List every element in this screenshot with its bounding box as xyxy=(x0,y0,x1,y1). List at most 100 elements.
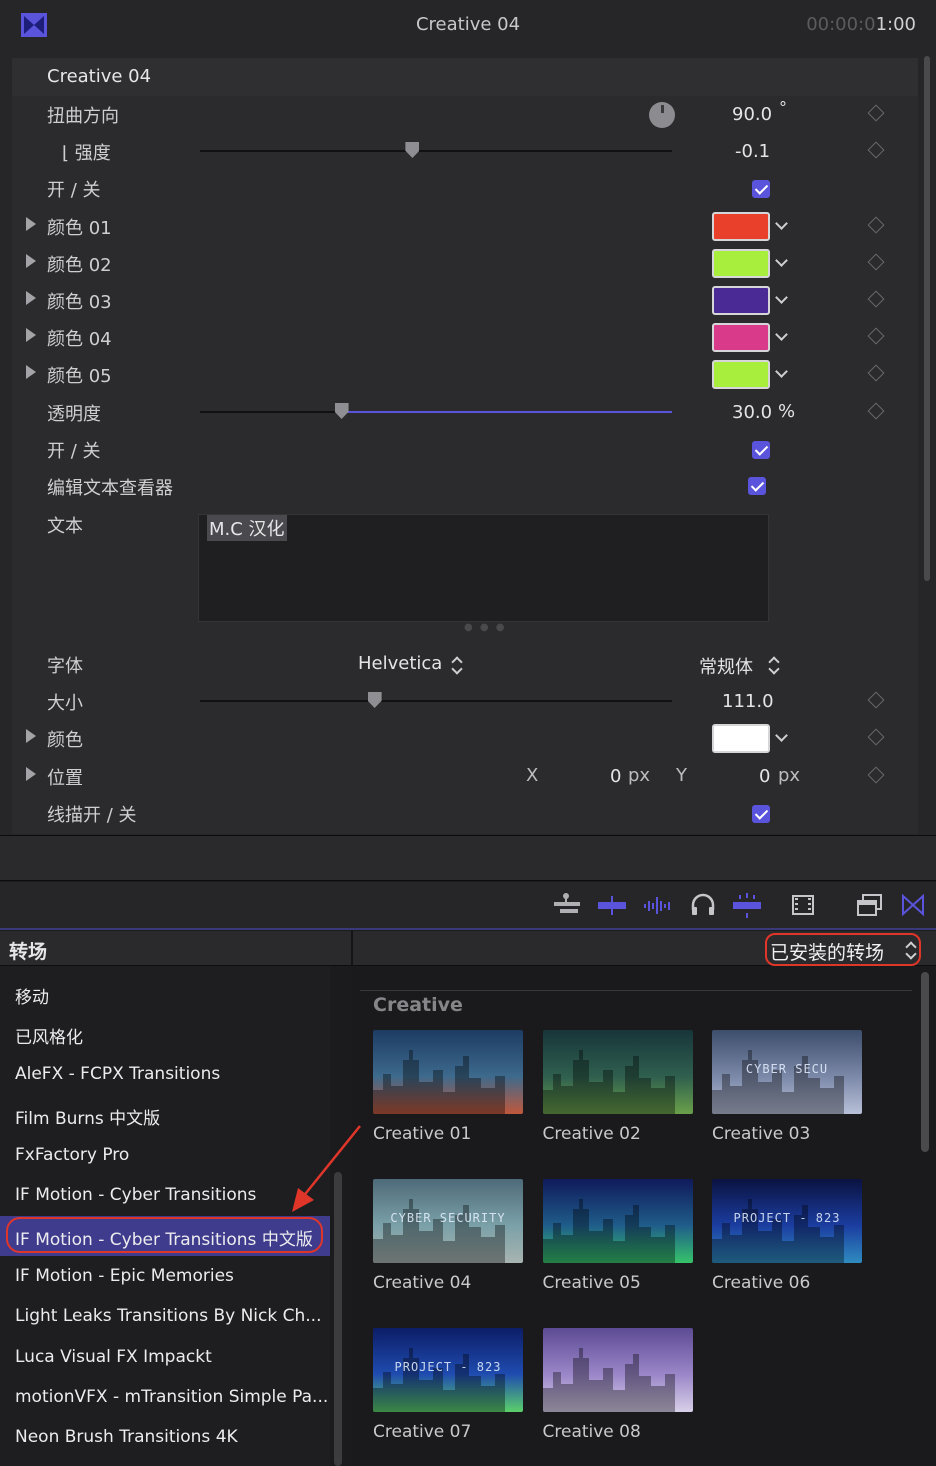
chevron-down-icon[interactable] xyxy=(775,365,788,378)
color-swatch[interactable] xyxy=(712,360,770,389)
browser-toolbar xyxy=(0,882,936,930)
param-font: 字体 Helvetica 常规体 xyxy=(12,646,918,683)
filmstrip-icon[interactable] xyxy=(788,892,818,918)
toggle-checkbox[interactable] xyxy=(752,441,770,459)
color-swatch[interactable] xyxy=(712,323,770,352)
color-swatch[interactable] xyxy=(712,724,770,753)
panel-divider[interactable] xyxy=(351,931,353,966)
toggle-checkbox[interactable] xyxy=(752,180,770,198)
text-editor-field[interactable]: M.C 汉化 xyxy=(198,514,769,622)
transition-thumbnail[interactable]: CYBER SECURITY xyxy=(373,1179,523,1263)
edit-text-viewer-checkbox[interactable] xyxy=(748,477,766,495)
y-unit: px xyxy=(778,765,801,786)
twist-direction-value[interactable]: 90.0 xyxy=(732,104,772,125)
position-y-value[interactable]: 0 xyxy=(759,766,770,787)
strength-value[interactable]: -0.1 xyxy=(735,141,770,162)
sidebar-item[interactable]: motionVFX - mTransition Simple Pa... xyxy=(0,1378,330,1418)
sidebar-item[interactable]: Luca Visual FX Impackt xyxy=(0,1338,330,1378)
parameter-section-header[interactable]: Creative 04 xyxy=(12,58,918,96)
connect-clip-icon[interactable] xyxy=(552,892,582,918)
keyframe-diamond-icon[interactable] xyxy=(867,104,885,122)
transition-thumbnail[interactable] xyxy=(542,1328,693,1412)
keyframe-diamond-icon[interactable] xyxy=(867,691,885,709)
sidebar-item[interactable]: IF Motion - Cyber Transitions 中文版 xyxy=(0,1216,330,1257)
param-strength: ⌊ 强度 -0.1 xyxy=(12,133,918,170)
keyframe-diamond-icon[interactable] xyxy=(867,216,885,234)
strength-slider-knob[interactable] xyxy=(405,142,420,158)
keyframe-diamond-icon[interactable] xyxy=(867,253,885,271)
sidebar-item[interactable]: Light Leaks Transitions By Nick Ch... xyxy=(0,1297,330,1337)
thumbnail-skyline xyxy=(373,1050,505,1114)
opacity-value[interactable]: 30.0 xyxy=(732,402,772,423)
timecode: 00:00:01:00 xyxy=(806,14,916,35)
split-clip-icon[interactable] xyxy=(732,892,762,918)
keyframe-diamond-icon[interactable] xyxy=(867,364,885,382)
updown-chevron-icon[interactable] xyxy=(451,656,461,674)
color-swatch[interactable] xyxy=(712,249,770,278)
keyframe-diamond-icon[interactable] xyxy=(867,290,885,308)
disclosure-triangle-icon[interactable] xyxy=(26,217,36,231)
insert-clip-icon[interactable] xyxy=(597,892,627,918)
angle-dial[interactable] xyxy=(649,102,675,128)
param-label: 扭曲方向 xyxy=(47,106,119,127)
chevron-down-icon[interactable] xyxy=(775,217,788,230)
transitions-browser-header: 转场 已安装的转场 xyxy=(0,931,936,966)
keyframe-diamond-icon[interactable] xyxy=(867,728,885,746)
strength-slider-track[interactable] xyxy=(200,150,672,152)
color-swatch[interactable] xyxy=(712,212,770,241)
thumbnail-label: Creative 07 xyxy=(373,1422,472,1442)
keyframe-diamond-icon[interactable] xyxy=(867,402,885,420)
stroke-checkbox[interactable] xyxy=(752,805,770,823)
disclosure-triangle-icon[interactable] xyxy=(26,767,36,781)
thumbnail-skyline xyxy=(542,1348,675,1412)
audio-waveform-icon[interactable] xyxy=(642,892,672,918)
disclosure-triangle-icon[interactable] xyxy=(26,729,36,743)
position-x-value[interactable]: 0 xyxy=(610,766,621,787)
inspector-scrollbar[interactable] xyxy=(924,56,930,581)
thumbnail-grid-scrollbar[interactable] xyxy=(921,972,929,1152)
thumbnail-label: Creative 08 xyxy=(542,1422,641,1442)
sidebar-item[interactable]: AleFX - FCPX Transitions xyxy=(0,1055,330,1095)
transition-thumbnail[interactable]: PROJECT - 823 xyxy=(373,1328,523,1412)
param-label: 透明度 xyxy=(47,404,101,425)
transition-thumbnail[interactable]: CYBER SECU xyxy=(712,1030,862,1114)
updown-chevron-icon[interactable] xyxy=(768,656,778,674)
disclosure-triangle-icon[interactable] xyxy=(26,365,36,379)
window-layout-icon[interactable] xyxy=(854,892,884,918)
keyframe-diamond-icon[interactable] xyxy=(867,766,885,784)
sidebar-item[interactable]: Neon Brush Transitions 4K xyxy=(0,1418,330,1458)
installed-transitions-menu[interactable]: 已安装的转场 xyxy=(765,933,921,966)
keyframe-diamond-icon[interactable] xyxy=(867,141,885,159)
disclosure-triangle-icon[interactable] xyxy=(26,328,36,342)
disclosure-triangle-icon[interactable] xyxy=(26,254,36,268)
font-style-popup[interactable]: 常规体 xyxy=(699,653,753,679)
transition-thumbnail[interactable]: PROJECT - 823 xyxy=(712,1179,862,1263)
size-slider-knob[interactable] xyxy=(367,692,382,708)
headphones-icon[interactable] xyxy=(688,892,718,918)
size-value[interactable]: 111.0 xyxy=(722,691,774,712)
transition-thumbnail[interactable] xyxy=(542,1030,693,1114)
opacity-slider-fill xyxy=(341,411,672,413)
chevron-down-icon[interactable] xyxy=(775,291,788,304)
sidebar-item[interactable]: 已风格化 xyxy=(0,1014,330,1054)
size-slider-track[interactable] xyxy=(200,700,672,702)
sidebar-item[interactable]: 移动 xyxy=(0,974,330,1014)
text-value[interactable]: M.C 汉化 xyxy=(207,515,287,541)
font-family-popup[interactable]: Helvetica xyxy=(358,653,442,674)
sidebar-item[interactable]: IF Motion - Epic Memories xyxy=(0,1257,330,1297)
opacity-slider-knob[interactable] xyxy=(334,403,349,419)
transitions-browser-icon[interactable] xyxy=(898,892,928,918)
resize-grip-icon[interactable]: ● ● ● xyxy=(464,622,507,633)
chevron-down-icon[interactable] xyxy=(775,254,788,267)
chevron-down-icon[interactable] xyxy=(775,328,788,341)
disclosure-triangle-icon[interactable] xyxy=(26,291,36,305)
color-swatch[interactable] xyxy=(712,286,770,315)
category-heading: Creative xyxy=(373,994,463,1016)
transition-thumbnail[interactable] xyxy=(542,1179,693,1263)
keyframe-diamond-icon[interactable] xyxy=(867,327,885,345)
chevron-down-icon[interactable] xyxy=(775,729,788,742)
selection-highlight-ring xyxy=(6,1217,323,1254)
thumbnail-label: Creative 05 xyxy=(542,1273,641,1293)
sidebar-item-label: Film Burns 中文版 xyxy=(15,1109,161,1130)
transition-thumbnail[interactable] xyxy=(373,1030,523,1114)
